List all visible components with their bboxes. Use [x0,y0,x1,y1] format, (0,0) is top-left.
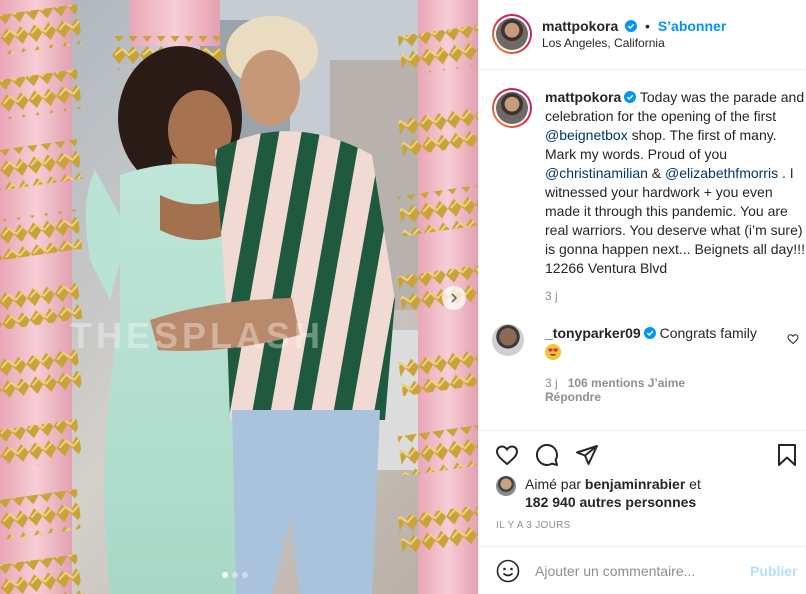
header-separator: • [645,18,650,34]
carousel-indicator [222,572,248,578]
comment-like-count[interactable]: 106 mentions J’aime [568,376,685,390]
heart-eyes-emoji-icon [545,344,561,360]
comment-text: _tonyparker09 Congrats family [545,324,787,362]
comment-item: _tonyparker09 Congrats family [492,324,804,362]
chevron-right-icon [451,293,458,303]
post-header: mattpokora • S’abonner Los Angeles, Cali… [479,0,806,70]
carousel-dot [232,572,238,578]
commenter-avatar[interactable] [492,324,524,356]
likes-text: Aimé par benjaminrabier et 182 940 autres… [525,475,796,511]
mention-link[interactable]: @elizabethfmorris [665,165,778,181]
share-paper-plane-icon[interactable] [575,443,599,467]
commenter-username[interactable]: _tonyparker09 [545,325,641,341]
likes-count-link[interactable]: 182 940 autres personnes [525,494,696,510]
carousel-dot [242,572,248,578]
author-username[interactable]: mattpokora [542,18,618,34]
comment-timestamp[interactable]: 3 j [545,376,558,390]
comment-meta: 3 j 106 mentions J’aime Répondre [545,376,685,404]
carousel-next-button[interactable] [442,286,466,310]
author-avatar[interactable] [492,14,532,54]
carousel-dot [222,572,228,578]
comment-body: Congrats family [659,325,757,341]
liker-username[interactable]: benjaminrabier [585,476,685,492]
verified-badge-icon [624,91,637,103]
mention-link[interactable]: @christinamilian [545,165,648,181]
likes-summary: Aimé par benjaminrabier et 182 940 autres… [496,475,796,511]
reply-button[interactable]: Répondre [545,390,685,404]
bookmark-icon[interactable] [775,443,799,467]
comment-input[interactable] [535,559,735,583]
caption-segment: . I witnessed your hardwork + you even m… [545,165,805,276]
liker-avatar[interactable] [496,476,516,496]
mention-link[interactable]: @beignetbox [545,127,628,143]
follow-button[interactable]: S’abonner [658,18,726,34]
caption-username[interactable]: mattpokora [545,89,621,105]
comment-like-icon[interactable] [787,333,799,345]
verified-badge-icon [625,20,638,32]
caption-text: mattpokora Today was the parade and cele… [545,88,805,278]
caption-timestamp[interactable]: 3 j [545,289,558,303]
caption-segment: & [647,165,666,181]
post-photo[interactable]: THESPLASH [0,0,478,594]
post-comment-button[interactable]: Publier [750,563,797,579]
smiley-face-icon[interactable] [496,559,520,583]
add-comment-bar: Publier [479,546,806,594]
verified-badge-icon [643,327,656,339]
post-side-panel: mattpokora • S’abonner Los Angeles, Cali… [478,0,806,594]
likes-prefix: Aimé par [525,476,585,492]
post-caption: mattpokora Today was the parade and cele… [492,88,805,278]
heart-outline-icon[interactable] [495,443,519,467]
post-location[interactable]: Los Angeles, California [542,36,665,50]
photo-scene: THESPLASH [0,0,478,594]
post-timestamp[interactable]: IL Y A 3 JOURS [496,520,571,531]
svg-text:THESPLASH: THESPLASH [70,315,324,356]
caption-avatar[interactable] [492,88,532,128]
comment-bubble-icon[interactable] [535,443,559,467]
likes-conjunction: et [685,476,701,492]
